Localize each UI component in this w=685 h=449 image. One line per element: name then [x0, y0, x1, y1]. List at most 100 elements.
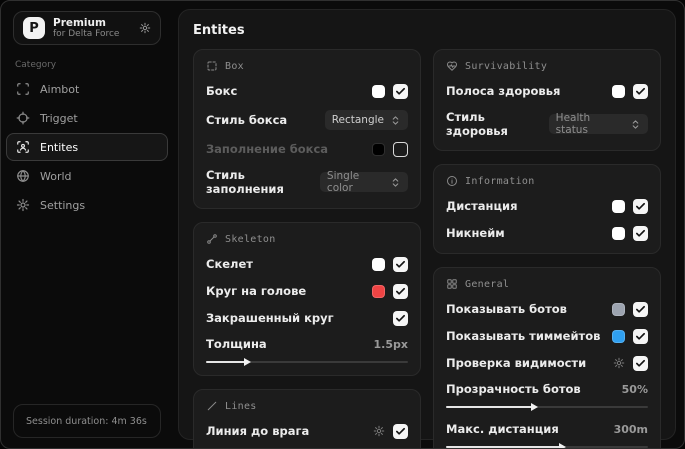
slider-value: 1.5px: [373, 337, 408, 351]
checkbox[interactable]: [393, 83, 408, 99]
gear-icon[interactable]: [613, 357, 625, 369]
chevron-up-down-icon: [630, 119, 641, 130]
setting-label: Толщина: [206, 337, 267, 351]
color-swatch[interactable]: [372, 284, 385, 298]
card-header-label: Survivability: [465, 60, 548, 72]
card-skeleton: Skeleton Скелет Круг на голове Закрашенн…: [193, 222, 421, 376]
setting-row-thickness: Толщина 1.5px: [206, 337, 408, 363]
setting-row-health-bar: Полоса здоровья: [446, 83, 648, 99]
slider-value: 300m: [613, 422, 648, 436]
setting-row-box: Бокс: [206, 83, 408, 99]
sidebar-nav: Aimbot Trigget Entites World Settings: [6, 75, 168, 219]
box-style-dropdown[interactable]: Rectangle: [324, 110, 408, 130]
card-header-label: General: [465, 278, 510, 290]
globe-icon: [16, 169, 30, 183]
sidebar-item-settings[interactable]: Settings: [6, 191, 168, 219]
sidebar-item-world[interactable]: World: [6, 162, 168, 190]
color-swatch[interactable]: [612, 226, 625, 240]
sidebar: P Premium for Delta Force Category Aimbo…: [1, 1, 173, 448]
checkbox[interactable]: [633, 301, 648, 317]
chevron-up-down-icon: [390, 115, 401, 126]
setting-label: Макс. дистанция: [446, 422, 559, 436]
sidebar-item-aimbot[interactable]: Aimbot: [6, 75, 168, 103]
color-swatch[interactable]: [612, 302, 625, 316]
color-swatch[interactable]: [612, 199, 625, 213]
checkbox[interactable]: [393, 141, 408, 157]
setting-row-box-style: Стиль бокса Rectangle: [206, 110, 408, 130]
brand-card: P Premium for Delta Force: [13, 11, 161, 45]
color-swatch[interactable]: [372, 84, 385, 98]
setting-label: Стиль здоровья: [446, 110, 508, 138]
setting-label: Показывать тиммейтов: [446, 329, 601, 343]
box-dashed-icon: [206, 60, 218, 72]
card-header-label: Lines: [225, 400, 257, 412]
slider-fill: [446, 406, 535, 408]
card-general: General Показывать ботов Показывать тимм…: [433, 267, 661, 448]
setting-label: Стиль бокса: [206, 113, 288, 127]
setting-label: Круг на голове: [206, 284, 307, 298]
heart-pulse-icon: [446, 60, 458, 72]
setting-label: Закрашенный круг: [206, 311, 334, 325]
color-swatch[interactable]: [612, 329, 625, 343]
crosshair-scan-icon: [16, 82, 30, 96]
card-skeleton-header: Skeleton: [206, 233, 408, 245]
sidebar-item-label: World: [40, 169, 72, 183]
person-scan-icon: [16, 140, 30, 154]
sidebar-item-label: Trigget: [40, 111, 78, 125]
thickness-slider[interactable]: [206, 361, 408, 363]
checkbox[interactable]: [393, 310, 408, 326]
setting-label: Полоса здоровья: [446, 84, 561, 98]
checkbox[interactable]: [633, 198, 648, 214]
setting-row-filled-circle: Закрашенный круг: [206, 310, 408, 326]
setting-label: Стиль заполнения: [206, 168, 284, 196]
setting-label: Заполнение бокса: [206, 142, 329, 156]
setting-row-nickname: Никнейм: [446, 225, 648, 241]
setting-row-show-teammates: Показывать тиммейтов: [446, 328, 648, 344]
setting-label: Показывать ботов: [446, 302, 567, 316]
brand-subtitle: for Delta Force: [53, 28, 120, 39]
health-style-dropdown[interactable]: Health status: [548, 112, 648, 136]
main-panel: Entites Box Бокс Стиль бокса Rectangle З…: [178, 9, 676, 448]
color-swatch[interactable]: [372, 257, 385, 271]
checkbox[interactable]: [393, 283, 408, 299]
checkbox[interactable]: [633, 83, 648, 99]
setting-row-fill-style: Стиль заполнения Single color: [206, 168, 408, 196]
info-icon: [446, 175, 458, 187]
setting-row-max-distance: Макс. дистанция 300m: [446, 422, 648, 448]
sidebar-item-label: Settings: [40, 198, 86, 212]
checkbox[interactable]: [633, 225, 648, 241]
setting-row-head-circle: Круг на голове: [206, 283, 408, 299]
chevron-up-down-icon: [390, 177, 401, 188]
checkbox[interactable]: [633, 355, 648, 371]
setting-row-health-style: Стиль здоровья Health status: [446, 110, 648, 138]
fill-style-dropdown[interactable]: Single color: [319, 170, 408, 194]
setting-label: Никнейм: [446, 226, 505, 240]
gear-icon[interactable]: [139, 22, 151, 34]
card-information: Information Дистанция Никнейм: [433, 164, 661, 254]
sidebar-item-label: Entites: [40, 140, 79, 154]
card-general-header: General: [446, 278, 648, 290]
setting-row-distance: Дистанция: [446, 198, 648, 214]
sidebar-item-label: Aimbot: [40, 82, 80, 96]
gear-icon[interactable]: [373, 425, 385, 437]
sidebar-item-entites[interactable]: Entites: [6, 133, 168, 161]
dropdown-value: Rectangle: [331, 114, 384, 126]
setting-row-bot-opacity: Прозрачность ботов 50%: [446, 382, 648, 408]
checkbox[interactable]: [633, 328, 648, 344]
setting-row-skeleton: Скелет: [206, 256, 408, 272]
color-swatch[interactable]: [372, 142, 385, 156]
color-swatch[interactable]: [612, 84, 625, 98]
checkbox[interactable]: [393, 256, 408, 272]
setting-label: Прозрачность ботов: [446, 382, 581, 396]
grid-icon: [446, 278, 458, 290]
setting-row-enemy-line: Линия до врага: [206, 423, 408, 439]
setting-row-show-bots: Показывать ботов: [446, 301, 648, 317]
checkbox[interactable]: [393, 423, 408, 439]
card-lines-header: Lines: [206, 400, 408, 412]
category-label: Category: [15, 60, 57, 70]
bot-opacity-slider[interactable]: [446, 406, 648, 408]
max-distance-slider[interactable]: [446, 446, 648, 448]
card-header-label: Box: [225, 60, 244, 72]
sidebar-item-trigget[interactable]: Trigget: [6, 104, 168, 132]
gear-icon: [16, 198, 30, 212]
